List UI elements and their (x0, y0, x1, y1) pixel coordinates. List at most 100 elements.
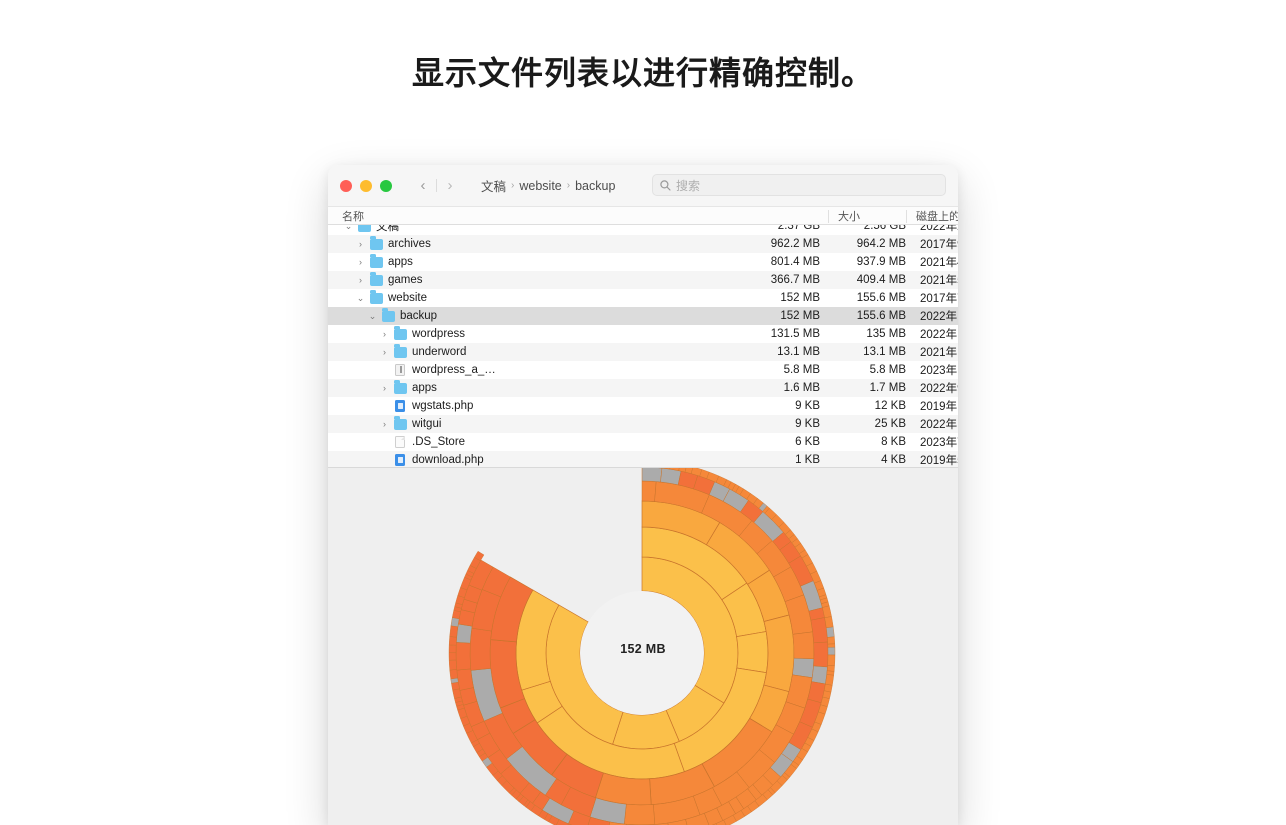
file-created-date-cell: 2021年5月3日 15:26 (920, 272, 958, 288)
file-icon (391, 436, 409, 448)
sunburst-segment[interactable] (456, 642, 471, 670)
table-row[interactable]: ›archives962.2 MB964.2 MB2017年9月21日 00:1… (328, 235, 958, 253)
file-name-cell[interactable]: ⌄文稿 (342, 225, 399, 235)
table-row[interactable]: ›apps801.4 MB937.9 MB2021年4月24日 14:22202… (328, 253, 958, 271)
sunburst-segment[interactable] (450, 626, 458, 637)
sunburst-segment[interactable] (624, 804, 655, 825)
minimize-button[interactable] (360, 180, 372, 192)
file-name-cell[interactable]: ⌄website (354, 289, 427, 307)
sunburst-segment[interactable] (764, 615, 794, 692)
table-row[interactable]: ›underword13.1 MB13.1 MB2021年10月1日 00:00… (328, 343, 958, 361)
file-icon (379, 311, 397, 322)
file-name-cell[interactable]: .DS_Store (378, 433, 465, 451)
sunburst-segment[interactable] (814, 642, 828, 667)
disclosure-closed-icon[interactable]: › (354, 257, 367, 267)
sunburst-segment[interactable] (456, 624, 472, 643)
search-field[interactable]: 搜索 (652, 174, 946, 196)
sunburst-segment[interactable] (792, 658, 813, 678)
table-row[interactable]: ›witgui9 KB25 KB2022年1月12日 00:002022年1月1… (328, 415, 958, 433)
sunburst-segment[interactable] (825, 616, 834, 627)
sunburst-segment[interactable] (449, 645, 456, 653)
column-divider[interactable] (906, 210, 907, 223)
sunburst-segment[interactable] (737, 632, 768, 673)
sunburst-segment[interactable] (828, 647, 835, 655)
table-row[interactable]: .DS_Store6 KB8 KB2023年7月28日 03:…2024年1月6… (328, 433, 958, 451)
file-name-cell[interactable]: ›witgui (378, 415, 441, 433)
file-size-cell: 13.1 MB (748, 346, 820, 358)
column-header-size[interactable]: 大小 (838, 207, 860, 224)
file-name-cell[interactable]: › apps (378, 379, 437, 397)
disclosure-open-icon[interactable]: ⌄ (366, 311, 379, 322)
file-disk-size-cell: 1.7 MB (828, 382, 906, 394)
file-created-date-cell: 2023年7月28日 03:… (920, 434, 958, 450)
sunburst-segment[interactable] (453, 689, 462, 699)
file-name-cell[interactable]: download.php (378, 451, 484, 467)
table-row[interactable]: wgstats.php9 KB12 KB2019年1月14日 00:002019… (328, 397, 958, 415)
sunburst-segment[interactable] (449, 660, 457, 670)
table-row[interactable]: ›games366.7 MB409.4 MB2021年5月3日 15:26202… (328, 271, 958, 289)
disclosure-open-icon[interactable]: ⌄ (342, 225, 355, 232)
sunburst-segment[interactable] (451, 682, 459, 690)
forward-chevron-icon[interactable]: › (439, 175, 461, 197)
table-row[interactable]: ›apps1.6 MB1.7 MB2022年9月24日 00:…2022年9月2… (328, 379, 958, 397)
folder-icon (370, 275, 383, 286)
sunburst-segment[interactable] (793, 632, 814, 659)
file-size-cell: 962.2 MB (748, 238, 820, 250)
breadcrumb-item-2[interactable]: backup (575, 179, 615, 193)
sunburst-segment[interactable] (470, 628, 492, 670)
file-name-label: download.php (412, 454, 484, 466)
file-name-label: wordpress (412, 328, 465, 340)
sunburst-segment[interactable] (828, 655, 835, 666)
disclosure-closed-icon[interactable]: › (354, 275, 367, 285)
file-name-label: apps (412, 382, 437, 394)
sunburst-segment[interactable] (449, 637, 457, 646)
breadcrumb-item-1[interactable]: website (519, 179, 561, 193)
disclosure-closed-icon[interactable]: › (378, 347, 391, 357)
zoom-button[interactable] (380, 180, 392, 192)
file-name-cell[interactable]: ›archives (354, 235, 431, 253)
sunburst-chart[interactable] (328, 468, 958, 825)
disclosure-closed-icon[interactable]: › (378, 383, 391, 393)
sunburst-segment[interactable] (825, 674, 833, 685)
disclosure-closed-icon[interactable]: › (378, 329, 391, 339)
file-name-cell[interactable]: wgstats.php (378, 397, 473, 415)
sunburst-segment[interactable] (451, 618, 459, 627)
disclosure-open-icon[interactable]: ⌄ (354, 293, 367, 304)
search-placeholder: 搜索 (676, 177, 700, 194)
sunburst-segment[interactable] (642, 481, 656, 502)
table-row[interactable]: download.php1 KB4 KB2019年5月17日 00:002019… (328, 451, 958, 467)
column-header-name[interactable]: 名称 (342, 207, 364, 224)
column-header-disk[interactable]: 磁盘上的大小 (916, 207, 958, 224)
file-name-cell[interactable]: ›games (354, 271, 423, 289)
table-row[interactable]: wordpress_a_…5.8 MB5.8 MB2023年11月22日 15:… (328, 361, 958, 379)
file-name-cell[interactable]: ⌄backup (366, 307, 437, 325)
file-name-cell[interactable]: ›underword (378, 343, 466, 361)
sunburst-segment[interactable] (827, 665, 834, 671)
sunburst-chart-pane[interactable]: 152 MB (328, 468, 958, 825)
sunburst-segment[interactable] (828, 644, 835, 648)
sunburst-segment[interactable] (450, 669, 458, 678)
breadcrumb-item-0[interactable]: 文稿 (481, 176, 506, 195)
sunburst-segment[interactable] (826, 627, 834, 637)
sunburst-segment[interactable] (642, 468, 662, 482)
table-row[interactable]: ⌄backup152 MB155.6 MB2022年11月16日 17:1120… (328, 307, 958, 325)
table-row[interactable]: ⌄文稿2.37 GB2.56 GB2022年2月6日 23:352023年11月… (328, 225, 958, 235)
sunburst-segment[interactable] (449, 653, 456, 660)
file-name-cell[interactable]: › wordpress (378, 325, 465, 343)
file-created-date-cell: 2019年5月17日 00:00 (920, 452, 958, 467)
disclosure-closed-icon[interactable]: › (378, 419, 391, 429)
file-size-cell: 1 KB (748, 454, 820, 466)
sunburst-segment[interactable] (827, 637, 834, 644)
file-name-cell[interactable]: ›apps (354, 253, 413, 271)
sunburst-segment[interactable] (812, 666, 828, 684)
table-row[interactable]: ⌄website152 MB155.6 MB2017年7月4日 12:22202… (328, 289, 958, 307)
table-row[interactable]: ›wordpress131.5 MB135 MB2022年11月16日 05:…… (328, 325, 958, 343)
file-name-cell[interactable]: wordpress_a_… (378, 361, 496, 379)
close-button[interactable] (340, 180, 352, 192)
file-icon (367, 257, 385, 268)
disclosure-closed-icon[interactable]: › (354, 239, 367, 249)
file-list[interactable]: ⌄文稿2.37 GB2.56 GB2022年2月6日 23:352023年11月… (328, 225, 958, 467)
column-divider[interactable] (828, 210, 829, 223)
file-created-date-cell: 2017年7月4日 12:22 (920, 290, 958, 306)
back-chevron-icon[interactable]: ‹ (412, 175, 434, 197)
